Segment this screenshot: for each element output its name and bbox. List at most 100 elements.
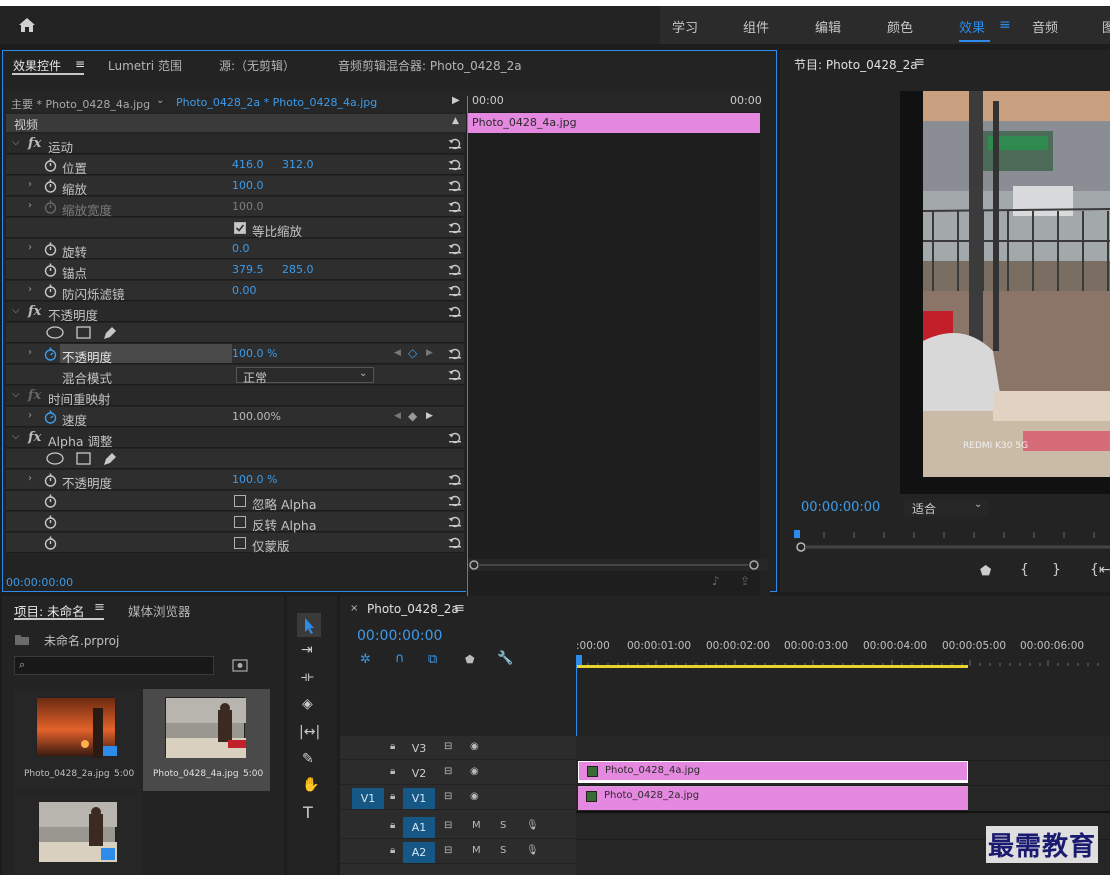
stopwatch-active-icon[interactable]	[44, 347, 57, 361]
stopwatch-icon[interactable]	[44, 515, 57, 529]
chevron-down-icon[interactable]: ⌵	[12, 305, 20, 316]
pen-tool-icon[interactable]: ✎	[302, 751, 314, 767]
project-item-selected[interactable]: Photo_0428_4a.jpg 5:00	[143, 689, 270, 791]
slip-tool-icon[interactable]: |↔|	[299, 724, 320, 740]
timeline-ruler-ticks[interactable]	[576, 654, 1110, 668]
reset-icon[interactable]	[448, 347, 462, 360]
thumbnail[interactable]	[165, 697, 246, 758]
linked-selection-icon[interactable]: ⧉	[428, 652, 437, 667]
chevron-right-icon[interactable]: ›	[28, 242, 32, 253]
hamburger-icon[interactable]: ≡	[999, 17, 1011, 33]
hamburger-icon[interactable]: ≡	[94, 600, 105, 615]
fx-time-remap[interactable]: ⌵ fx 时间重映射	[6, 386, 464, 407]
lock-icon[interactable]: 🔒︎	[390, 845, 395, 856]
next-keyframe-icon[interactable]: ▶	[426, 348, 433, 358]
project-item-sequence[interactable]	[14, 793, 141, 875]
invert-alpha-checkbox[interactable]	[234, 516, 246, 528]
reset-icon[interactable]	[448, 242, 462, 255]
sync-lock-icon[interactable]: ⊟	[444, 766, 452, 777]
nest-icon[interactable]: ✲	[360, 652, 371, 667]
mute-button[interactable]: M	[472, 845, 481, 856]
fx-motion[interactable]: ⌵ fx 运动	[6, 134, 464, 155]
export-icon[interactable]: ⇪	[740, 574, 750, 588]
eye-icon[interactable]: ◉	[470, 791, 479, 802]
add-keyframe-icon[interactable]: ◇	[408, 346, 417, 360]
mask-only-checkbox[interactable]	[234, 537, 246, 549]
reset-icon[interactable]	[448, 263, 462, 276]
uniform-scale-checkbox[interactable]	[234, 222, 246, 234]
anchor-x-value[interactable]: 379.5	[232, 263, 264, 276]
scale-value[interactable]: 100.0	[232, 179, 264, 192]
program-title[interactable]: 节目: Photo_0428_2a	[794, 56, 918, 73]
tab-source[interactable]: 源:（无剪辑）	[219, 57, 295, 74]
stopwatch-icon[interactable]	[44, 536, 57, 550]
prop-alpha-opacity[interactable]: › 不透明度 100.0 %	[6, 470, 464, 491]
go-to-in-icon[interactable]: {⇤	[1090, 562, 1110, 578]
reset-icon[interactable]	[448, 305, 462, 318]
program-scrubber[interactable]	[794, 530, 1110, 554]
reset-icon[interactable]	[448, 221, 462, 234]
lock-icon[interactable]: 🔒︎	[390, 741, 395, 752]
opacity-value[interactable]: 100.0 %	[232, 347, 277, 360]
reset-icon[interactable]	[448, 284, 462, 297]
track-select-tool-icon[interactable]: ⇥	[301, 642, 313, 658]
marker-icon[interactable]: ⬟	[980, 564, 991, 579]
effect-timecode[interactable]: 00:00:00:00	[6, 576, 73, 589]
prop-rotation[interactable]: › 旋转 0.0	[6, 239, 464, 260]
sync-lock-icon[interactable]: ⊟	[444, 845, 452, 856]
add-marker-icon[interactable]: ⬟	[465, 653, 475, 666]
workspace-effects[interactable]: 效果	[959, 17, 985, 36]
ripple-edit-tool-icon[interactable]: ⟛	[301, 669, 314, 685]
hand-tool-icon[interactable]: ✋	[302, 777, 319, 793]
mark-out-icon[interactable]: }	[1052, 562, 1061, 578]
eye-icon[interactable]: ◉	[470, 766, 479, 777]
snap-icon[interactable]: ∩	[395, 651, 405, 666]
effect-vertical-scrollbar[interactable]	[760, 112, 770, 606]
stopwatch-icon[interactable]	[44, 494, 57, 508]
rotation-value[interactable]: 0.0	[232, 242, 250, 255]
pen-mask-icon[interactable]	[102, 451, 118, 467]
effect-timeline-area[interactable]	[466, 112, 760, 606]
track-label[interactable]: A2	[403, 842, 435, 863]
program-frame[interactable]: REDMI K30 5G	[923, 91, 1110, 477]
prop-mask-only[interactable]: 仅蒙版	[6, 533, 464, 554]
chevron-down-icon[interactable]: ⌵	[12, 389, 20, 400]
wrench-icon[interactable]: 🔧	[497, 651, 513, 666]
workspace-audio[interactable]: 音频	[1032, 17, 1058, 36]
position-y-value[interactable]: 312.0	[282, 158, 314, 171]
effect-clip-bar[interactable]: Photo_0428_4a.jpg	[468, 113, 760, 133]
rectangle-mask-icon[interactable]	[76, 326, 91, 339]
ellipse-mask-icon[interactable]	[46, 326, 64, 339]
chevron-right-icon[interactable]: ›	[28, 179, 32, 190]
tab-media-browser[interactable]: 媒体浏览器	[128, 601, 191, 620]
ellipse-mask-icon[interactable]	[46, 452, 64, 465]
collapse-arrow-icon[interactable]: ▲	[452, 116, 459, 126]
blend-mode-select[interactable]: 正常 ⌄	[236, 367, 374, 385]
sync-lock-icon[interactable]: ⊟	[444, 791, 452, 802]
timeline-clip-v2[interactable]: Photo_0428_4a.jpg	[578, 761, 968, 783]
lock-icon[interactable]: 🔒︎	[390, 766, 395, 777]
stopwatch-active-icon[interactable]	[44, 410, 57, 424]
tab-audio-clip-mixer[interactable]: 音频剪辑混合器: Photo_0428_2a	[338, 57, 522, 74]
play-arrow-icon[interactable]: ▶	[452, 95, 460, 106]
reset-icon[interactable]	[448, 473, 462, 486]
reset-icon[interactable]	[448, 200, 462, 213]
workspace-learn[interactable]: 学习	[672, 17, 698, 36]
selection-tool-icon[interactable]	[297, 613, 321, 637]
chevron-right-icon[interactable]: ›	[28, 200, 32, 211]
prev-keyframe-icon[interactable]: ◀	[394, 348, 401, 358]
tab-effect-controls[interactable]: 效果控件	[13, 57, 61, 74]
reset-icon[interactable]	[448, 179, 462, 192]
thumbnail[interactable]	[38, 801, 117, 862]
add-keyframe-icon[interactable]: ◆	[408, 409, 417, 423]
section-video-header[interactable]: 视频 ▲	[6, 114, 466, 132]
alpha-opacity-value[interactable]: 100.0 %	[232, 473, 277, 486]
lock-icon[interactable]: 🔒︎	[390, 820, 395, 831]
fx-icon[interactable]: fx	[28, 430, 41, 445]
track-label[interactable]: A1	[403, 817, 435, 838]
chevron-right-icon[interactable]: ›	[28, 410, 32, 421]
type-tool-icon[interactable]: T	[303, 803, 313, 822]
timeline-clip-v1[interactable]: Photo_0428_2a.jpg	[578, 786, 968, 810]
reset-icon[interactable]	[448, 431, 462, 444]
chevron-right-icon[interactable]: ›	[28, 347, 32, 358]
